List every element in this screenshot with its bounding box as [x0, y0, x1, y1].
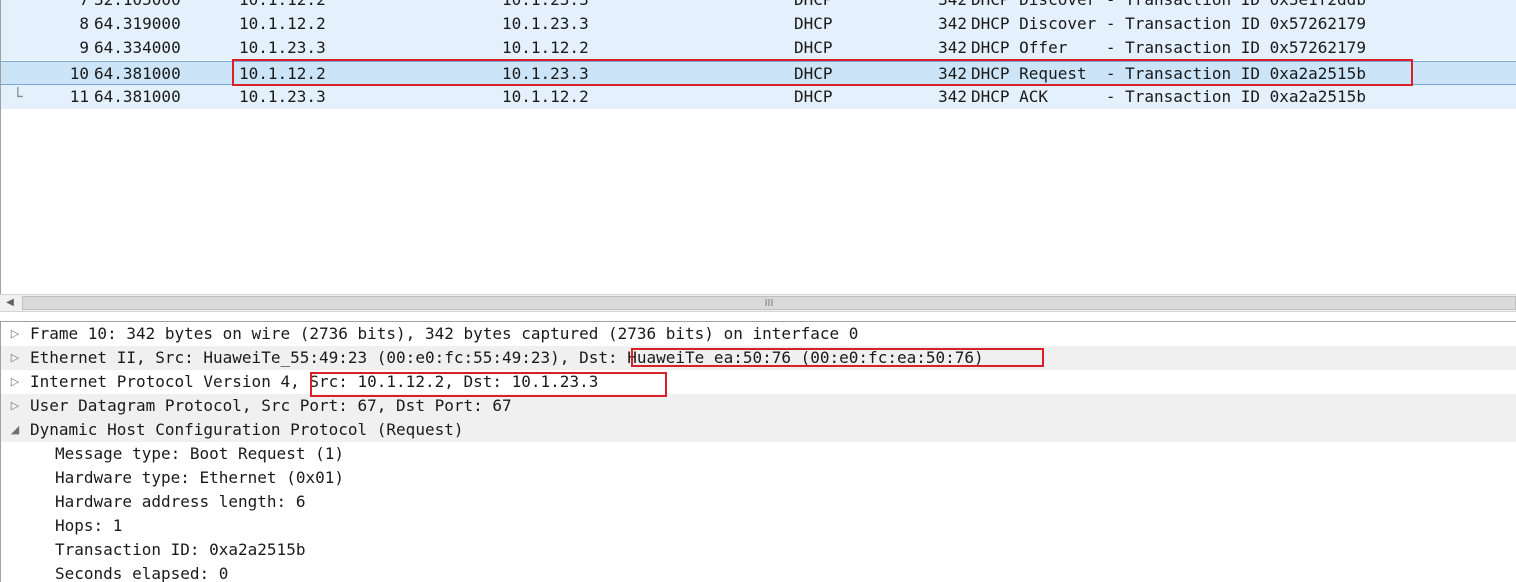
packet-time: 64.334000: [94, 38, 181, 57]
packet-row-7[interactable]: 7 32.105000 10.1.12.2 10.1.23.3 DHCP 342…: [1, 0, 1516, 12]
packet-protocol: DHCP: [794, 87, 833, 106]
packet-protocol: DHCP: [794, 38, 833, 57]
scroll-left-arrow-icon[interactable]: ◀: [2, 295, 18, 311]
packet-destination: 10.1.12.2: [502, 87, 589, 106]
dhcp-field-text: Seconds elapsed: 0: [55, 564, 229, 582]
pane-splitter[interactable]: [0, 312, 1516, 322]
packet-info: DHCP ACK - Transaction ID 0xa2a2515b: [971, 87, 1366, 106]
packet-info: DHCP Discover - Transaction ID 0x5726217…: [971, 14, 1366, 33]
dhcp-field-row[interactable]: Seconds elapsed: 0: [1, 562, 1516, 582]
detail-frame[interactable]: ▷ Frame 10: 342 bytes on wire (2736 bits…: [1, 322, 1516, 346]
packet-time: 32.105000: [94, 0, 181, 12]
packet-no: 11: [69, 87, 89, 106]
packet-time: 64.319000: [94, 14, 181, 33]
packet-info: DHCP Request - Transaction ID 0xa2a2515b: [971, 64, 1366, 83]
packet-row-9[interactable]: 9 64.334000 10.1.23.3 10.1.12.2 DHCP 342…: [1, 36, 1516, 60]
packet-source: 10.1.23.3: [239, 38, 326, 57]
dhcp-field-row[interactable]: Hardware type: Ethernet (0x01): [1, 466, 1516, 490]
tree-connector-icon: └: [13, 87, 23, 106]
detail-ip-text: Internet Protocol Version 4, Src: 10.1.1…: [30, 372, 599, 391]
packet-source: 10.1.12.2: [239, 14, 326, 33]
detail-dhcp-text: Dynamic Host Configuration Protocol (Req…: [30, 420, 464, 439]
detail-udp-text: User Datagram Protocol, Src Port: 67, Ds…: [30, 396, 512, 415]
detail-dhcp[interactable]: ◢ Dynamic Host Configuration Protocol (R…: [1, 418, 1516, 442]
packet-destination: 10.1.23.3: [502, 64, 589, 83]
collapse-triangle-icon[interactable]: ◢: [7, 418, 23, 442]
dhcp-field-row[interactable]: Message type: Boot Request (1): [1, 442, 1516, 466]
detail-frame-text: Frame 10: 342 bytes on wire (2736 bits),…: [30, 324, 859, 343]
dhcp-field-text: Transaction ID: 0xa2a2515b: [55, 540, 306, 559]
horizontal-scrollbar[interactable]: ◀ III: [0, 294, 1516, 312]
scrollbar-grip: III: [764, 298, 774, 309]
dhcp-field-text: Hops: 1: [55, 516, 123, 535]
packet-length: 342: [938, 64, 967, 83]
packet-time: 64.381000: [94, 87, 181, 106]
expand-triangle-icon[interactable]: ▷: [7, 346, 23, 370]
packet-protocol: DHCP: [794, 64, 833, 83]
packet-destination: 10.1.12.2: [502, 38, 589, 57]
dhcp-field-row[interactable]: Hops: 1: [1, 514, 1516, 538]
detail-udp[interactable]: ▷ User Datagram Protocol, Src Port: 67, …: [1, 394, 1516, 418]
packet-row-8[interactable]: 8 64.319000 10.1.12.2 10.1.23.3 DHCP 342…: [1, 12, 1516, 36]
expand-triangle-icon[interactable]: ▷: [7, 394, 23, 418]
packet-time: 64.381000: [94, 64, 181, 83]
dhcp-field-row[interactable]: Transaction ID: 0xa2a2515b: [1, 538, 1516, 562]
packet-no: 9: [79, 38, 89, 57]
detail-ip[interactable]: ▷ Internet Protocol Version 4, Src: 10.1…: [1, 370, 1516, 394]
dhcp-field-text: Hardware type: Ethernet (0x01): [55, 468, 344, 487]
packet-row-10-selected[interactable]: 10 64.381000 10.1.12.2 10.1.23.3 DHCP 34…: [1, 61, 1516, 85]
dhcp-field-text: Message type: Boot Request (1): [55, 444, 344, 463]
packet-protocol: DHCP: [794, 14, 833, 33]
packet-length: 342: [938, 87, 967, 106]
detail-ethernet-text: Ethernet II, Src: HuaweiTe_55:49:23 (00:…: [30, 348, 984, 367]
dhcp-field-row[interactable]: Hardware address length: 6: [1, 490, 1516, 514]
packet-no: 8: [79, 14, 89, 33]
packet-length: 342: [938, 14, 967, 33]
packet-list-pane: 7 32.105000 10.1.12.2 10.1.23.3 DHCP 342…: [0, 0, 1516, 296]
packet-destination: 10.1.23.3: [502, 0, 589, 12]
packet-destination: 10.1.23.3: [502, 14, 589, 33]
packet-no: 7: [41, 0, 89, 12]
packet-no: 10: [69, 64, 89, 83]
packet-details-pane: ▷ Frame 10: 342 bytes on wire (2736 bits…: [0, 322, 1516, 582]
detail-ethernet[interactable]: ▷ Ethernet II, Src: HuaweiTe_55:49:23 (0…: [1, 346, 1516, 370]
packet-row-11[interactable]: └ 11 64.381000 10.1.23.3 10.1.12.2 DHCP …: [1, 85, 1516, 109]
packet-length: 342: [938, 38, 967, 57]
expand-triangle-icon[interactable]: ▷: [7, 370, 23, 394]
packet-length: 342: [921, 0, 967, 12]
expand-triangle-icon[interactable]: ▷: [7, 322, 23, 346]
packet-info: DHCP Offer - Transaction ID 0x57262179: [971, 38, 1366, 57]
packet-source: 10.1.23.3: [239, 87, 326, 106]
dhcp-field-text: Hardware address length: 6: [55, 492, 306, 511]
packet-info: DHCP Discover - Transaction ID 0x3e1f2dd…: [971, 0, 1366, 12]
packet-source: 10.1.12.2: [239, 64, 326, 83]
packet-source: 10.1.12.2: [239, 0, 326, 12]
packet-protocol: DHCP: [794, 0, 833, 12]
scrollbar-thumb[interactable]: III: [22, 296, 1516, 310]
